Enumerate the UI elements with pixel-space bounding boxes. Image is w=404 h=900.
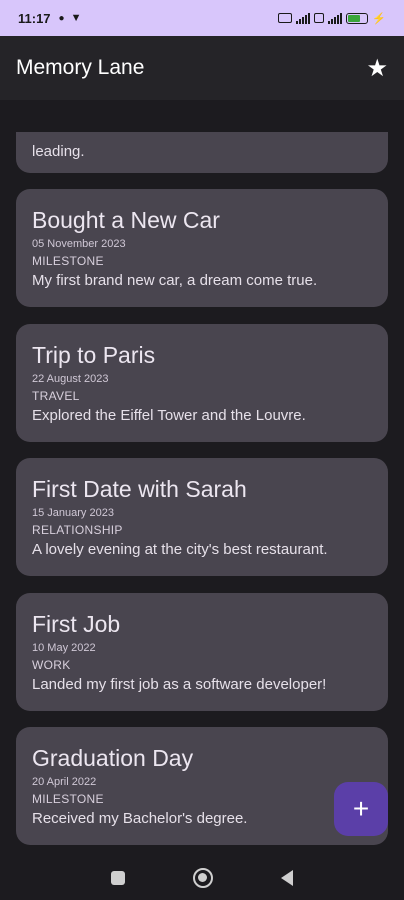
signal-icon-2 bbox=[328, 12, 343, 24]
charging-icon: ⚡ bbox=[372, 12, 386, 25]
memory-card[interactable]: First Date with Sarah 15 January 2023 RE… bbox=[16, 458, 388, 576]
memory-category: RELATIONSHIP bbox=[32, 523, 123, 537]
status-time: 11:17 bbox=[18, 10, 51, 26]
memory-title: First Job bbox=[32, 611, 121, 637]
memory-description: Landed my first job as a software develo… bbox=[32, 676, 327, 693]
memory-date: 05 November 2023 bbox=[32, 238, 126, 250]
add-icon: + bbox=[352, 793, 370, 824]
memory-date: 10 May 2022 bbox=[32, 642, 96, 654]
memory-date: 20 April 2022 bbox=[32, 776, 97, 788]
memory-list[interactable]: leading. Bought a New Car 05 November 20… bbox=[0, 100, 404, 856]
memory-category: TRAVEL bbox=[32, 389, 80, 403]
memory-title: Bought a New Car bbox=[32, 207, 220, 233]
shield-icon: ▼ bbox=[70, 12, 82, 24]
status-bar: 11:17 ● ▼ ⚡ bbox=[0, 0, 404, 36]
signal-icon bbox=[296, 12, 311, 24]
memory-description: Explored the Eiffel Tower and the Louvre… bbox=[32, 407, 306, 424]
home-icon[interactable] bbox=[193, 868, 213, 888]
memory-category: WORK bbox=[32, 658, 71, 672]
memory-date: 15 January 2023 bbox=[32, 507, 114, 519]
memory-card[interactable]: Bought a New Car 05 November 2023 MILEST… bbox=[16, 189, 388, 307]
back-icon[interactable] bbox=[281, 870, 293, 886]
memory-card[interactable]: First Job 10 May 2022 WORK Landed my fir… bbox=[16, 593, 388, 711]
add-memory-button[interactable]: + bbox=[334, 782, 388, 836]
system-nav-bar bbox=[0, 856, 404, 900]
app-bar: Memory Lane ★ bbox=[0, 36, 404, 100]
memory-card[interactable]: Trip to Paris 22 August 2023 TRAVEL Expl… bbox=[16, 324, 388, 442]
memory-card[interactable]: Graduation Day 20 April 2022 MILESTONE R… bbox=[16, 727, 388, 845]
memory-description: leading. bbox=[32, 143, 85, 160]
recents-icon[interactable] bbox=[111, 871, 125, 885]
app-title: Memory Lane bbox=[16, 56, 145, 79]
memory-description: A lovely evening at the city's best rest… bbox=[32, 541, 328, 558]
memory-description: Received my Bachelor's degree. bbox=[32, 810, 248, 827]
memory-category: MILESTONE bbox=[32, 254, 104, 268]
notification-dot-icon: ● bbox=[58, 12, 65, 24]
memory-date: 22 August 2023 bbox=[32, 373, 109, 385]
memory-card[interactable]: leading. bbox=[16, 132, 388, 173]
memory-title: Graduation Day bbox=[32, 745, 194, 771]
memory-description: My first brand new car, a dream come tru… bbox=[32, 272, 318, 289]
volte-icon bbox=[314, 13, 325, 23]
memory-category: MILESTONE bbox=[32, 792, 104, 806]
sim-icon bbox=[278, 13, 293, 23]
memory-title: First Date with Sarah bbox=[32, 476, 247, 502]
star-icon[interactable]: ★ bbox=[366, 54, 388, 83]
memory-title: Trip to Paris bbox=[32, 342, 156, 368]
battery-icon bbox=[346, 12, 369, 24]
